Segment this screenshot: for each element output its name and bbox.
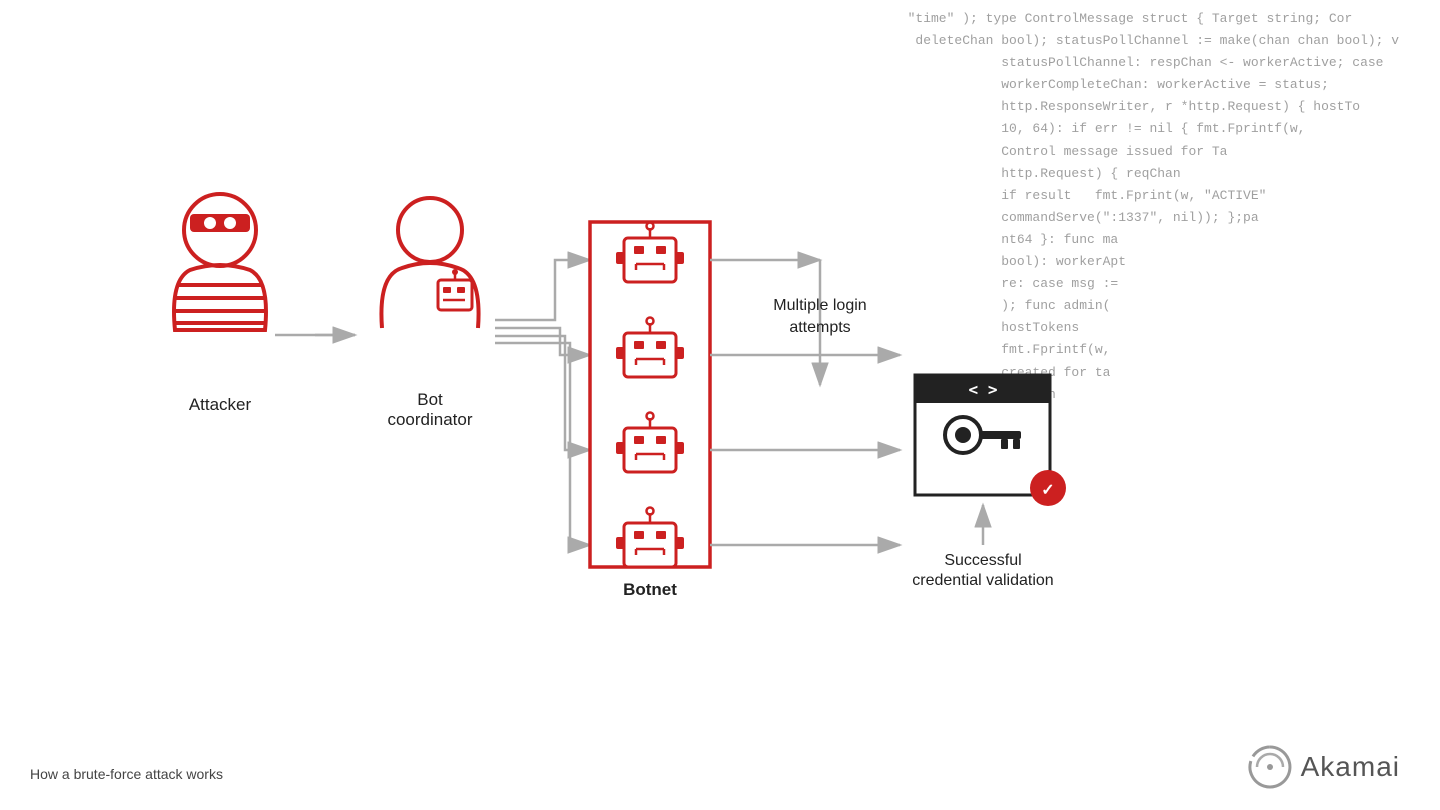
akamai-icon (1245, 742, 1295, 792)
cred-label: Successful (944, 552, 1021, 569)
diagram-area: Attacker Bot coordinator (60, 120, 1360, 680)
svg-text:credential validation: credential validation (912, 572, 1053, 589)
attacker-label: Attacker (189, 395, 252, 414)
caption-text: How a brute-force attack works (30, 766, 223, 782)
svg-text:< >: < > (969, 380, 998, 399)
svg-text:attempts: attempts (789, 319, 850, 336)
svg-text:coordinator: coordinator (387, 410, 472, 429)
svg-text:✓: ✓ (1041, 482, 1054, 499)
login-label: Multiple login (773, 297, 866, 314)
akamai-text: Akamai (1301, 751, 1400, 783)
bot-coord-label: Bot (417, 390, 443, 409)
akamai-logo: Akamai (1245, 742, 1400, 792)
botnet-label: Botnet (623, 580, 677, 599)
diagram-svg: Attacker Bot coordinator (160, 180, 1260, 620)
bottom-caption: How a brute-force attack works (30, 766, 223, 782)
